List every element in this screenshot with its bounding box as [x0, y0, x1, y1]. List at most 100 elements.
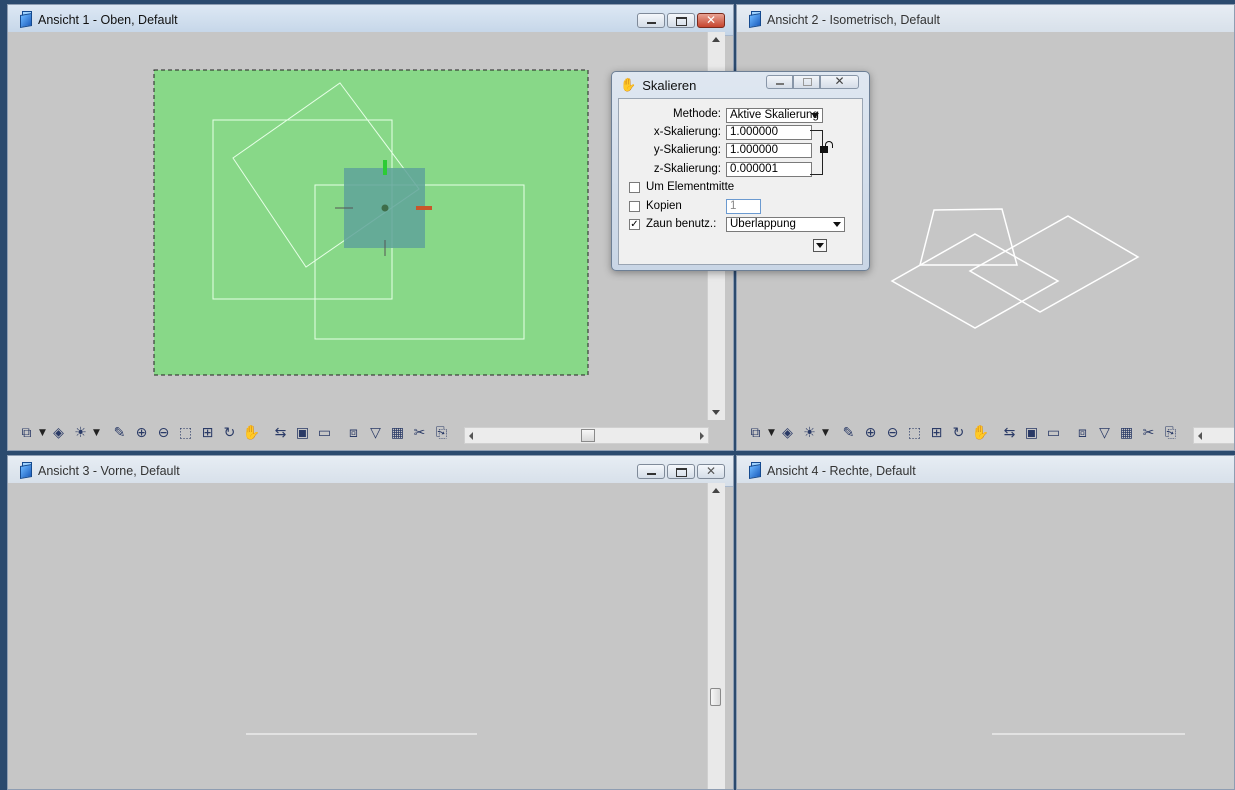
view-1-toolbar: ⧉ ▼ ◈ ☀ ▼ ✎ ⊕ ⊖ ⬚ ⊞ ↻ ✋ ⇆ ▣ ▭ ⧈ ▽ ▦ ✂ ⎘ — [16, 421, 452, 445]
view-4-drawing — [992, 733, 1185, 735]
maximize-icon — [676, 468, 687, 477]
close-button[interactable]: ✕ — [697, 13, 725, 28]
clip-volume-icon[interactable]: ▭ — [1043, 423, 1064, 444]
filter-icon[interactable]: ▽ — [1094, 423, 1115, 444]
maximize-button[interactable] — [667, 13, 695, 28]
view-window-3[interactable]: Ansicht 3 - Vorne, Default ✕ — [7, 455, 734, 790]
dropdown-arrow-icon[interactable]: ▼ — [821, 423, 830, 444]
scroll-up-icon[interactable] — [712, 488, 720, 493]
scroll-left-icon[interactable] — [1198, 432, 1202, 440]
clip-volume-icon[interactable]: ▭ — [314, 423, 335, 444]
pan-view-icon[interactable]: ✋ — [970, 423, 991, 444]
view-4-title: Ansicht 4 - Rechte, Default — [767, 464, 916, 478]
filter-icon[interactable]: ▽ — [365, 423, 386, 444]
zaun-value: Überlappung — [730, 218, 796, 230]
maximize-icon — [676, 17, 687, 26]
dropdown-arrow-icon[interactable]: ▼ — [38, 423, 47, 444]
kopien-checkbox[interactable] — [629, 201, 640, 212]
x-scale-field[interactable]: 1.000000 — [726, 125, 812, 140]
zoom-in-icon[interactable]: ⊕ — [860, 423, 881, 444]
scroll-left-icon[interactable] — [469, 432, 473, 440]
scroll-down-icon[interactable] — [712, 410, 720, 415]
scroll-thumb[interactable] — [710, 688, 721, 706]
update-view-icon[interactable]: ✎ — [109, 423, 130, 444]
minimize-button[interactable] — [637, 13, 665, 28]
dialog-body: Methode: Aktive Skalierung x-Skalierung:… — [618, 98, 863, 265]
zoom-out-icon[interactable]: ⊖ — [882, 423, 903, 444]
y-scale-field[interactable]: 1.000000 — [726, 143, 812, 158]
rotate-view-icon[interactable]: ↻ — [948, 423, 969, 444]
zaun-select[interactable]: Überlappung — [726, 217, 845, 232]
minimize-button[interactable] — [637, 464, 665, 479]
scroll-thumb[interactable] — [581, 429, 595, 442]
view-next-icon[interactable]: ▣ — [292, 423, 313, 444]
display-style-icon[interactable]: ◈ — [48, 423, 69, 444]
tools-icon[interactable]: ✂ — [1138, 423, 1159, 444]
pan-view-icon[interactable]: ✋ — [241, 423, 262, 444]
lighting-icon[interactable]: ☀ — [799, 423, 820, 444]
view-window-4[interactable]: Ansicht 4 - Rechte, Default — [736, 455, 1235, 790]
window-area-icon[interactable]: ⬚ — [904, 423, 925, 444]
dialog-minimize-button[interactable] — [766, 75, 793, 89]
dialog-titlebar[interactable]: ✋ Skalieren — [620, 77, 696, 93]
scroll-up-icon[interactable] — [712, 37, 720, 42]
display-set-icon[interactable]: ▦ — [1116, 423, 1137, 444]
view-4-canvas[interactable] — [737, 483, 1234, 789]
dialog-maximize-button[interactable] — [793, 75, 820, 89]
methode-select[interactable]: Aktive Skalierung — [726, 108, 823, 123]
view-3-canvas[interactable] — [8, 483, 709, 789]
kopien-field[interactable]: 1 — [726, 199, 761, 214]
z-scale-field[interactable]: 0.000001 — [726, 162, 812, 177]
expand-options-button[interactable] — [813, 239, 827, 252]
fit-view-icon[interactable]: ⊞ — [197, 423, 218, 444]
dropdown-arrow-icon[interactable]: ▼ — [767, 423, 776, 444]
chevron-down-icon — [811, 113, 819, 118]
maximize-button[interactable] — [667, 464, 695, 479]
camera-icon[interactable]: ⧈ — [1072, 423, 1093, 444]
view-2-horizontal-scrollbar[interactable] — [1193, 427, 1234, 444]
view-cube-icon — [18, 11, 32, 29]
kopien-label: Kopien — [646, 200, 682, 212]
display-style-icon[interactable]: ◈ — [777, 423, 798, 444]
fit-view-icon[interactable]: ⊞ — [926, 423, 947, 444]
scale-tool-icon: ✋ — [620, 77, 637, 92]
rotate-view-icon[interactable]: ↻ — [219, 423, 240, 444]
view-3-vertical-scrollbar[interactable] — [707, 483, 725, 789]
tools-icon[interactable]: ✂ — [409, 423, 430, 444]
dialog-close-button[interactable]: ✕ — [820, 74, 859, 89]
view-1-canvas[interactable] — [8, 32, 709, 420]
view-previous-icon[interactable]: ⇆ — [999, 423, 1020, 444]
close-button[interactable]: ✕ — [697, 464, 725, 479]
view-1-drawing — [153, 69, 589, 376]
x-scale-label: x-Skalierung: — [653, 126, 721, 138]
save-view-icon[interactable]: ⎘ — [1160, 423, 1181, 444]
minimize-icon — [647, 473, 656, 475]
display-set-icon[interactable]: ▦ — [387, 423, 408, 444]
view-attributes-icon[interactable]: ⧉ — [745, 423, 766, 444]
close-icon: ✕ — [705, 13, 717, 27]
view-cube-icon — [747, 462, 761, 480]
minimize-icon — [647, 22, 656, 24]
dropdown-arrow-icon[interactable]: ▼ — [92, 423, 101, 444]
methode-value: Aktive Skalierung — [730, 109, 819, 121]
iso-diamond-right — [968, 215, 1140, 313]
lock-icon[interactable] — [820, 146, 828, 153]
window-area-icon[interactable]: ⬚ — [175, 423, 196, 444]
view-previous-icon[interactable]: ⇆ — [270, 423, 291, 444]
zoom-out-icon[interactable]: ⊖ — [153, 423, 174, 444]
save-view-icon[interactable]: ⎘ — [431, 423, 452, 444]
update-view-icon[interactable]: ✎ — [838, 423, 859, 444]
scroll-right-icon[interactable] — [700, 432, 704, 440]
y-scale-label: y-Skalierung: — [653, 144, 721, 156]
view-attributes-icon[interactable]: ⧉ — [16, 423, 37, 444]
view-next-icon[interactable]: ▣ — [1021, 423, 1042, 444]
view-1-horizontal-scrollbar[interactable] — [464, 427, 709, 444]
iso-diamond-left — [890, 233, 1060, 329]
camera-icon[interactable]: ⧈ — [343, 423, 364, 444]
scale-dialog[interactable]: ✋ Skalieren ✕ Methode: Aktive Skalierung… — [611, 71, 870, 271]
lighting-icon[interactable]: ☀ — [70, 423, 91, 444]
zoom-in-icon[interactable]: ⊕ — [131, 423, 152, 444]
um-elementmitte-checkbox[interactable] — [629, 182, 640, 193]
zaun-checkbox[interactable]: ✓ — [629, 219, 640, 230]
maximize-icon — [803, 78, 812, 86]
